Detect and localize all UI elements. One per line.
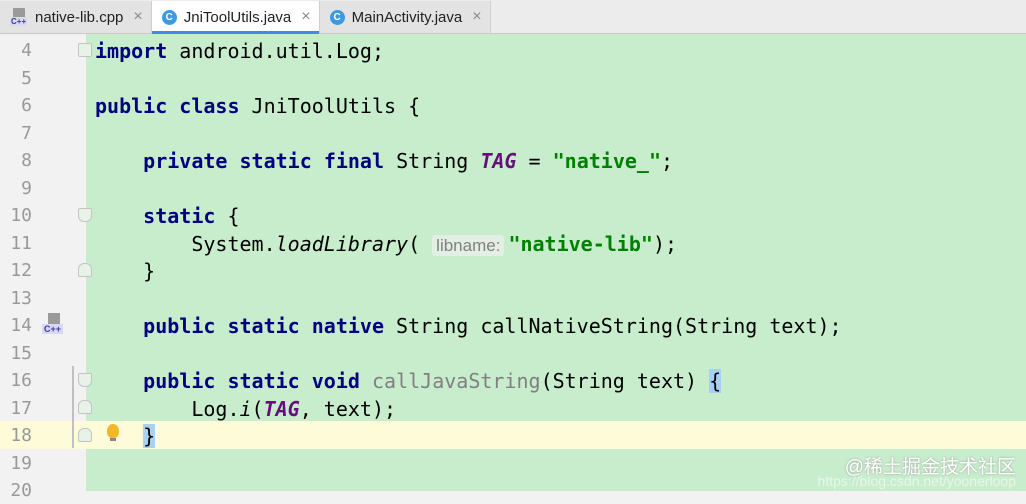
tab-label: native-lib.cpp	[35, 8, 124, 26]
line-number: 6	[21, 95, 32, 116]
code-line-9[interactable]: 9	[0, 174, 1026, 202]
line-number: 13	[10, 287, 32, 309]
code-line-7[interactable]: 7	[0, 119, 1026, 147]
line-number: 9	[21, 177, 32, 199]
code-line-17[interactable]: 17 Log.i(TAG, text);	[0, 394, 1026, 422]
code-text[interactable]: System.loadLibrary( libname: "native-lib"…	[95, 232, 677, 256]
code-line-14[interactable]: 14 public static native String callNativ…	[0, 311, 1026, 339]
lightbulb-intention-icon[interactable]	[107, 424, 119, 441]
code-editor[interactable]: 4 import android.util.Log; 5 6 public cl…	[0, 34, 1026, 501]
code-text[interactable]: import android.util.Log;	[95, 39, 384, 63]
cpp-native-navigation-icon[interactable]: C++	[42, 313, 68, 337]
code-line-8[interactable]: 8 private static final String TAG = "nat…	[0, 146, 1026, 174]
code-line-5[interactable]: 5	[0, 64, 1026, 92]
code-line-15[interactable]: 15	[0, 339, 1026, 367]
line-number: 4	[21, 40, 32, 61]
line-number: 17	[10, 397, 32, 419]
close-icon[interactable]: ×	[133, 8, 142, 26]
line-number: 18	[10, 425, 32, 446]
tab-native-lib-cpp[interactable]: C++ native-lib.cpp ×	[0, 1, 152, 33]
editor-tab-bar: C++ native-lib.cpp × C JniToolUtils.java…	[0, 0, 1026, 34]
line-number: 7	[21, 122, 32, 144]
line-number: 8	[21, 150, 32, 171]
code-text[interactable]: }	[95, 259, 155, 283]
code-text[interactable]: public static void callJavaString(String…	[95, 369, 722, 393]
line-number: 16	[10, 370, 32, 391]
line-number: 14	[10, 315, 32, 336]
line-number: 12	[10, 260, 32, 281]
code-line-13[interactable]: 13	[0, 284, 1026, 312]
line-number: 10	[10, 205, 32, 226]
java-class-icon: C	[329, 9, 345, 25]
cpp-file-icon: C++	[10, 8, 29, 26]
matched-brace: }	[143, 424, 156, 448]
java-class-icon: C	[161, 9, 177, 25]
close-icon[interactable]: ×	[472, 8, 481, 26]
fold-open-icon[interactable]	[78, 208, 92, 222]
code-text[interactable]: public class JniToolUtils {	[95, 94, 420, 118]
fold-close-icon[interactable]	[78, 263, 92, 277]
code-text[interactable]: public static native String callNativeSt…	[95, 314, 841, 338]
scope-indicator	[72, 366, 74, 448]
fold-open-icon[interactable]	[78, 373, 92, 387]
fold-marker-icon[interactable]	[78, 43, 92, 57]
tab-mainactivity-java[interactable]: C MainActivity.java ×	[319, 1, 491, 33]
line-number: 19	[10, 452, 32, 474]
code-text[interactable]: static {	[95, 204, 239, 228]
code-line-16[interactable]: 16 public static void callJavaString(Str…	[0, 366, 1026, 394]
matched-brace: {	[709, 369, 722, 393]
line-number: 5	[21, 67, 32, 89]
code-line-4[interactable]: 4 import android.util.Log;	[0, 36, 1026, 64]
line-number: 11	[10, 232, 32, 254]
code-text[interactable]: private static final String TAG = "nativ…	[95, 149, 673, 173]
code-line-18[interactable]: 18 }	[0, 421, 1026, 449]
code-line-12[interactable]: 12 }	[0, 256, 1026, 284]
code-line-10[interactable]: 10 static {	[0, 201, 1026, 229]
tab-label: JniToolUtils.java	[183, 8, 292, 26]
code-line-6[interactable]: 6 public class JniToolUtils {	[0, 91, 1026, 119]
line-number: 15	[10, 342, 32, 364]
code-line-11[interactable]: 11 System.loadLibrary( libname: "native-l…	[0, 229, 1026, 257]
code-text[interactable]: }	[95, 424, 156, 448]
parameter-hint: libname:	[432, 234, 505, 256]
watermark: @稀土掘金技术社区	[844, 457, 1016, 478]
tab-label: MainActivity.java	[351, 8, 463, 26]
fold-close-icon[interactable]	[78, 428, 92, 442]
close-icon[interactable]: ×	[301, 8, 310, 26]
fold-close-icon[interactable]	[78, 400, 92, 414]
code-text[interactable]: Log.i(TAG, text);	[95, 397, 396, 421]
tab-jnitoolutils-java[interactable]: C JniToolUtils.java ×	[151, 1, 320, 34]
